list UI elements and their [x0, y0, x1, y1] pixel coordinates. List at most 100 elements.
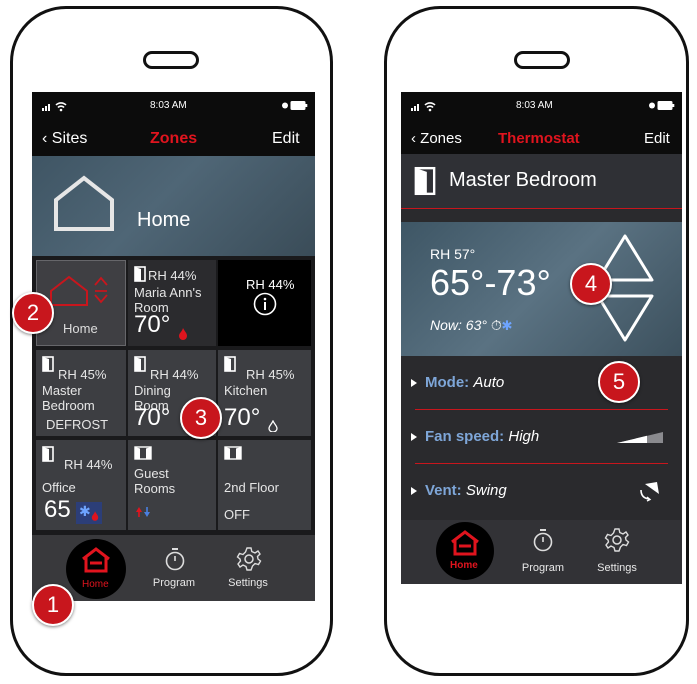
signal-icon	[42, 102, 67, 112]
left-phone-speaker	[143, 51, 199, 69]
right-screen: 8:03 AM ‹ Zones Thermostat Edit Master B…	[401, 92, 682, 584]
vent-label: Vent:	[425, 482, 462, 499]
zone-tile-guest-rooms[interactable]: Guest Rooms	[128, 440, 216, 530]
flame-icon	[91, 511, 99, 521]
fan-speed-value: High	[508, 428, 540, 445]
info-icon[interactable]	[253, 292, 277, 316]
home-heat-cool-icon	[50, 275, 108, 306]
tab-home-label: Home	[82, 579, 109, 590]
expand-arrow-icon	[411, 433, 417, 441]
tab-bar: Home Program Settings	[401, 520, 682, 584]
tile-rh: RH 45%	[58, 367, 107, 382]
double-door-icon	[224, 446, 242, 460]
setpoint-range: 65°-73°	[430, 262, 551, 303]
callout-badge-5: 5	[598, 361, 640, 403]
room-header: Master Bedroom	[401, 154, 682, 209]
timer-icon: ⏱	[490, 317, 502, 333]
tab-bar: Home Program Settings	[32, 535, 315, 601]
humidity-reading: RH 57°	[430, 246, 476, 262]
tile-rh: RH 44%	[148, 268, 197, 283]
callout-badge-4: 4	[570, 263, 612, 305]
tab-home[interactable]: Home	[66, 539, 126, 599]
door-icon	[42, 446, 54, 462]
tab-settings[interactable]: Settings	[577, 524, 657, 580]
zone-tile-2nd-floor[interactable]: 2nd Floor OFF	[218, 440, 311, 530]
tab-program[interactable]: Program	[503, 524, 583, 580]
tab-program[interactable]: Program	[134, 541, 214, 597]
stopwatch-icon	[533, 529, 553, 552]
droplet-icon	[268, 420, 278, 432]
mode-value: Auto	[473, 374, 505, 391]
door-icon	[134, 266, 146, 282]
zone-tile-office[interactable]: RH 44% Office 65 ✱	[36, 440, 126, 530]
flame-icon	[179, 328, 187, 340]
tile-name: Home	[63, 321, 98, 336]
vent-swing-icon	[640, 482, 659, 502]
zone-tile-maria-anns-room[interactable]: RH 44% Maria Ann's Room 70°	[128, 260, 216, 346]
door-icon	[414, 166, 436, 196]
zone-tile-kitchen[interactable]: RH 45% Kitchen 70°	[218, 350, 311, 436]
status-time: 8:03 AM	[150, 100, 187, 111]
gear-icon	[604, 528, 630, 552]
heat-cool-indicator: ✱	[76, 502, 102, 524]
edit-button[interactable]: Edit	[272, 130, 300, 148]
home-icon	[82, 547, 110, 573]
callout-badge-1: 1	[32, 584, 74, 626]
tab-settings-label: Settings	[597, 562, 637, 574]
tile-temp: 70°	[134, 404, 171, 431]
current-temp-text: Now: 63°	[430, 317, 487, 333]
nav-bar: ‹ Zones Thermostat Edit	[401, 120, 682, 154]
tile-temp: 70°	[134, 311, 171, 338]
status-bar: 8:03 AM	[401, 92, 682, 120]
tab-settings-label: Settings	[228, 577, 268, 589]
fan-speed-row[interactable]: Fan speed: High	[401, 410, 682, 464]
page-title: Zones	[150, 130, 198, 147]
tile-temp: 65	[44, 496, 71, 523]
tile-status: OFF	[224, 507, 250, 522]
page-title: Thermostat	[498, 130, 580, 147]
expand-arrow-icon	[411, 379, 417, 387]
snowflake-icon: ✱	[501, 317, 513, 333]
door-icon	[224, 356, 236, 372]
tile-rh: RH 44%	[64, 457, 113, 472]
tile-name-line2: Rooms	[134, 481, 176, 496]
zone-tile-master-bedroom[interactable]: RH 45% Master Bedroom DEFROST	[36, 350, 126, 436]
home-icon	[451, 530, 479, 556]
expand-arrow-icon	[411, 487, 417, 495]
back-button[interactable]: ‹ Zones	[411, 130, 462, 147]
tab-program-label: Program	[152, 577, 196, 589]
fan-speed-label: Fan speed:	[425, 428, 505, 445]
tile-name-line1: Master	[42, 383, 82, 398]
status-bar: 8:03 AM	[32, 92, 315, 120]
tile-status: DEFROST	[46, 417, 109, 432]
tile-name-line1: Guest	[134, 466, 169, 481]
stopwatch-icon	[165, 548, 185, 571]
tab-settings[interactable]: Settings	[208, 541, 288, 597]
tile-name-line2: Bedroom	[42, 398, 95, 413]
tile-name-line1: 2nd Floor	[224, 480, 279, 495]
status-time: 8:03 AM	[516, 100, 553, 111]
double-door-icon	[134, 446, 152, 460]
tile-name-line1: Maria Ann's	[134, 285, 202, 300]
edit-button[interactable]: Edit	[644, 130, 670, 147]
vent-value: Swing	[465, 482, 507, 499]
snowflake-icon: ✱	[79, 503, 91, 519]
battery-icon	[282, 101, 308, 110]
callout-badge-3: 3	[180, 397, 222, 439]
fan-speed-bars-icon	[617, 432, 663, 443]
door-icon	[134, 356, 146, 372]
back-button[interactable]: ‹ Sites	[42, 130, 87, 148]
thermostat-hero: RH 57° 65°-73° Now: 63° ⏱✱	[401, 222, 682, 356]
door-icon	[42, 356, 54, 372]
battery-icon	[649, 101, 675, 110]
tile-temp: 70°	[224, 404, 261, 431]
back-label: Sites	[51, 130, 88, 147]
back-label: Zones	[420, 130, 462, 147]
tile-rh: RH 45%	[246, 367, 295, 382]
zone-tile-info[interactable]: RH 44%	[218, 260, 311, 346]
vent-row[interactable]: Vent: Swing	[401, 464, 682, 518]
gear-icon	[236, 547, 262, 571]
tab-home[interactable]: Home	[436, 522, 494, 580]
site-banner[interactable]: Home	[32, 156, 315, 256]
left-screen: 8:03 AM ‹ Sites Zones Edit Home Home RH …	[32, 92, 315, 601]
